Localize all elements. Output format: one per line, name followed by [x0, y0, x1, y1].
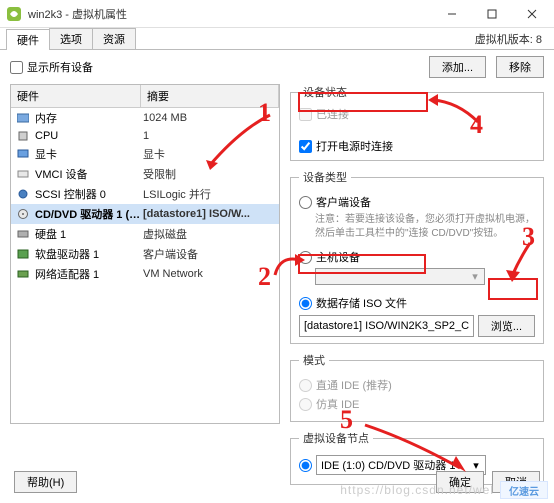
- browse-button[interactable]: 浏览...: [478, 315, 535, 337]
- hardware-list[interactable]: 硬件 摘要 内存1024 MB CPU1 显卡显卡 VMCI 设备受限制 SCS…: [10, 84, 280, 424]
- watermark-text: https://blog.csdn.net/wel: [340, 483, 494, 497]
- host-device-radio[interactable]: 主机设备: [299, 249, 535, 265]
- app-icon: [6, 6, 22, 22]
- passthrough-input: [299, 379, 312, 392]
- passthrough-radio: 直通 IDE (推荐): [299, 377, 535, 393]
- connect-at-poweron-checkbox[interactable]: 打开电源时连接: [299, 138, 535, 154]
- brand-logo: 亿速云: [500, 481, 548, 499]
- emulate-input: [299, 398, 312, 411]
- datastore-iso-radio[interactable]: 数据存储 ISO 文件: [299, 295, 535, 311]
- maximize-button[interactable]: [472, 0, 512, 28]
- tab-bar: 硬件 选项 资源 虚拟机版本: 8: [0, 28, 554, 50]
- nic-icon: [15, 268, 31, 280]
- col-hardware: 硬件: [11, 85, 141, 107]
- client-device-input[interactable]: [299, 196, 312, 209]
- datastore-iso-input[interactable]: [299, 297, 312, 310]
- client-device-note: 注意：若要连接该设备，您必须打开虚拟机电源，然后单击工具栏中的"连接 CD/DV…: [315, 213, 535, 241]
- vmci-icon: [15, 168, 31, 180]
- connected-input: [299, 108, 312, 121]
- emulate-radio: 仿真 IDE: [299, 396, 535, 412]
- disk-icon: [15, 228, 31, 240]
- memory-icon: [15, 112, 31, 124]
- cpu-icon: [15, 130, 31, 142]
- host-device-dropdown: ▾: [315, 268, 485, 285]
- hw-row-disk[interactable]: 硬盘 1虚拟磁盘: [11, 224, 279, 244]
- video-icon: [15, 148, 31, 160]
- hw-row-scsi[interactable]: SCSI 控制器 0LSILogic 并行: [11, 184, 279, 204]
- show-all-devices-input[interactable]: [10, 61, 23, 74]
- connect-at-poweron-input[interactable]: [299, 140, 312, 153]
- device-status-group: 设备状态 已连接 打开电源时连接: [290, 84, 544, 161]
- connected-checkbox: 已连接: [299, 106, 535, 122]
- show-all-devices-label: 显示所有设备: [27, 59, 93, 75]
- title-bar: win2k3 - 虚拟机属性: [0, 0, 554, 28]
- tab-options[interactable]: 选项: [49, 28, 93, 49]
- cd-icon: [15, 208, 31, 220]
- hw-row-memory[interactable]: 内存1024 MB: [11, 108, 279, 128]
- hw-row-floppy[interactable]: 软盘驱动器 1客户端设备: [11, 244, 279, 264]
- hardware-list-header: 硬件 摘要: [11, 85, 279, 108]
- host-device-input[interactable]: [299, 251, 312, 264]
- hw-row-vmci[interactable]: VMCI 设备受限制: [11, 164, 279, 184]
- chevron-down-icon: ▾: [468, 270, 482, 283]
- chevron-down-icon[interactable]: ▾: [469, 459, 483, 472]
- toolbar: 显示所有设备 添加... 移除: [0, 50, 554, 84]
- virtual-node-radio[interactable]: [299, 459, 312, 472]
- floppy-icon: [15, 248, 31, 260]
- scsi-icon: [15, 188, 31, 200]
- iso-path-input[interactable]: [299, 315, 474, 337]
- hw-row-nic[interactable]: 网络适配器 1VM Network: [11, 264, 279, 284]
- tab-resources[interactable]: 资源: [92, 28, 136, 49]
- client-device-radio[interactable]: 客户端设备: [299, 194, 535, 210]
- show-all-devices-checkbox[interactable]: 显示所有设备: [10, 59, 93, 75]
- remove-device-button[interactable]: 移除: [496, 56, 544, 78]
- hw-row-video[interactable]: 显卡显卡: [11, 144, 279, 164]
- vm-version-label: 虚拟机版本: 8: [469, 29, 548, 49]
- help-button[interactable]: 帮助(H): [14, 471, 77, 493]
- tab-hardware[interactable]: 硬件: [6, 29, 50, 50]
- virtual-node-legend: 虚拟设备节点: [299, 430, 373, 446]
- mode-group: 模式 直通 IDE (推荐) 仿真 IDE: [290, 352, 544, 422]
- add-device-button[interactable]: 添加...: [429, 56, 486, 78]
- hw-row-cddvd[interactable]: CD/DVD 驱动器 1 (已编辑)[datastore1] ISO/W...: [11, 204, 279, 224]
- device-type-group: 设备类型 客户端设备 注意：若要连接该设备，您必须打开虚拟机电源，然后单击工具栏…: [290, 169, 544, 344]
- col-summary: 摘要: [141, 85, 279, 107]
- window-title: win2k3 - 虚拟机属性: [28, 6, 432, 22]
- hw-row-cpu[interactable]: CPU1: [11, 128, 279, 144]
- device-status-legend: 设备状态: [299, 84, 351, 100]
- device-type-legend: 设备类型: [299, 169, 351, 185]
- minimize-button[interactable]: [432, 0, 472, 28]
- mode-legend: 模式: [299, 352, 329, 368]
- close-button[interactable]: [512, 0, 552, 28]
